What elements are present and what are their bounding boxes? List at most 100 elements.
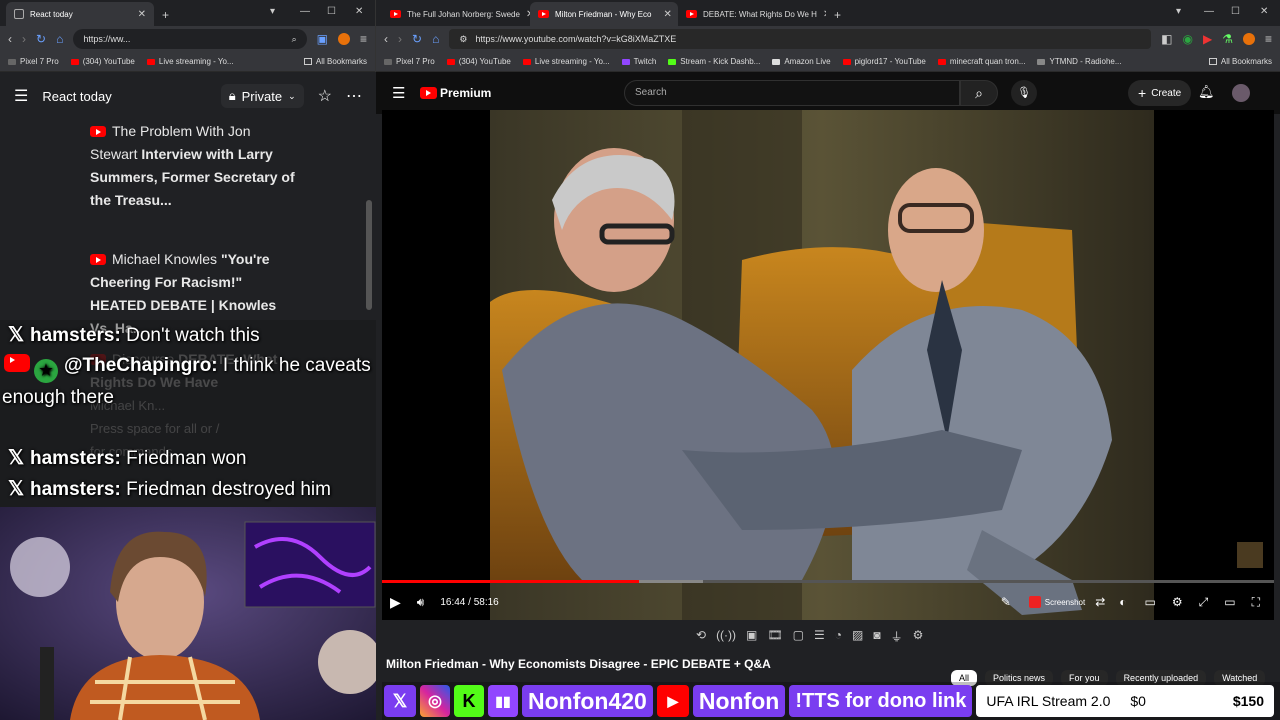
volume-icon[interactable]: 🔊︎ <box>417 595 425 610</box>
youtube-logo-icon <box>420 87 437 99</box>
miniplayer-icon[interactable]: ⤢ <box>1199 595 1209 610</box>
close-tab-icon[interactable]: ✕ <box>138 9 146 20</box>
youtube-premium-logo[interactable]: Premium <box>420 86 491 100</box>
donation-goal: UFA IRL Stream 2.0 $0 $150 <box>976 685 1274 717</box>
home-icon[interactable]: ⌂ <box>432 32 439 46</box>
extension-icon[interactable]: ⚗ <box>1222 32 1233 46</box>
screenshot-button[interactable]: Screenshot <box>1028 596 1085 608</box>
new-tab-icon[interactable]: + <box>162 8 169 22</box>
bookmark-item[interactable]: Stream - Kick Dashb... <box>668 57 760 66</box>
tab-search-icon[interactable]: ▾ <box>1176 6 1181 17</box>
more-vert-icon[interactable]: ⋯ <box>346 86 362 106</box>
left-address-bar[interactable]: https://ww... ⌕ <box>73 29 307 49</box>
camera-icon[interactable]: ◙ <box>873 628 880 645</box>
channel-watermark[interactable] <box>1237 542 1263 568</box>
chevron-down-icon: ⌄ <box>288 90 296 101</box>
speed-icon[interactable]: ◔ <box>835 628 842 645</box>
film-icon[interactable]: 🎞︎ <box>767 628 782 645</box>
extension-icon[interactable]: ▶ <box>1203 32 1212 46</box>
subtitles-icon[interactable]: ▭ <box>1145 595 1156 609</box>
bookmark-item[interactable]: (304) YouTube <box>70 57 135 66</box>
back-icon[interactable]: ‹ <box>384 32 388 46</box>
star-icon[interactable]: ☆ <box>318 86 332 106</box>
left-bookmarks-bar: Pixel 7 Pro (304) YouTube Live streaming… <box>0 52 375 72</box>
minimize-icon[interactable]: — <box>300 6 310 17</box>
tab-friedman[interactable]: Milton Friedman - Why Eco ✕ <box>530 2 678 26</box>
frame-icon[interactable]: ▢ <box>793 628 804 645</box>
bookmark-item[interactable]: Pixel 7 Pro <box>8 57 59 66</box>
extension-icon[interactable]: ◧ <box>1161 32 1172 46</box>
theater-mode-icon[interactable]: ▭ <box>1224 595 1235 609</box>
left-tab-react-today[interactable]: React today ✕ <box>6 2 154 26</box>
settings-gear-icon[interactable]: ⚙︎ <box>1172 595 1183 609</box>
pen-icon[interactable]: ✎ <box>1001 595 1011 609</box>
search-input[interactable]: Search <box>624 80 960 106</box>
right-browser-window: The Full Johan Norberg: Swede✕ Milton Fr… <box>376 0 1280 720</box>
tab-title: React today <box>30 9 73 19</box>
loop-icon[interactable]: ⇄ <box>1095 595 1105 609</box>
create-button[interactable]: + Create <box>1128 80 1192 106</box>
maximize-icon[interactable]: ☐ <box>1231 6 1240 17</box>
notifications-bell-icon[interactable]: 🔔︎ <box>1198 84 1215 100</box>
forward-icon[interactable]: › <box>398 32 402 46</box>
profile-avatar[interactable] <box>1242 33 1255 45</box>
audio-wave-icon[interactable]: ((·)) <box>716 628 736 645</box>
autoplay-toggle-icon[interactable]: ◐ <box>1119 595 1126 609</box>
account-avatar[interactable] <box>1232 84 1250 102</box>
voice-search-button[interactable]: 🎙︎ <box>1011 80 1037 106</box>
site-info-icon[interactable]: ⚙︎ <box>459 34 467 45</box>
verified-icon: ★ <box>34 359 58 383</box>
bookmark-item[interactable]: Live streaming - Yo... <box>146 57 234 66</box>
fullscreen-icon[interactable]: ⛶ <box>1252 595 1260 610</box>
youtube-favicon-icon <box>686 10 697 18</box>
play-icon[interactable]: ▶ <box>390 594 401 611</box>
reload-icon[interactable]: ↻ <box>412 32 422 46</box>
tab-debate[interactable]: DEBATE: What Rights Do We H✕ <box>678 2 826 26</box>
bookmark-item[interactable]: Twitch <box>621 57 656 66</box>
home-icon[interactable]: ⌂ <box>56 32 63 46</box>
bookmark-item[interactable]: Live streaming - Yo... <box>522 57 610 66</box>
minimize-icon[interactable]: — <box>1204 6 1214 17</box>
all-bookmarks[interactable]: All Bookmarks <box>303 57 367 66</box>
privacy-dropdown[interactable]: 🔒︎ Private ⌄ <box>220 84 304 108</box>
bookmark-item[interactable]: minecraft quan tron... <box>937 57 1025 66</box>
bookmark-item[interactable]: piglord17 - YouTube <box>842 57 926 66</box>
guide-menu-icon[interactable]: ☰ <box>392 84 405 102</box>
repeat-icon[interactable]: ⟲ <box>696 628 706 645</box>
pip-icon[interactable]: ▣ <box>746 628 757 645</box>
tab-norberg[interactable]: The Full Johan Norberg: Swede✕ <box>382 2 530 26</box>
more-icon[interactable]: ≡ <box>360 32 367 46</box>
gear-icon[interactable]: ⚙︎ <box>913 628 924 645</box>
close-window-icon[interactable]: ✕ <box>355 6 363 17</box>
more-icon[interactable]: ≡ <box>1265 32 1272 46</box>
bookmark-item[interactable]: Pixel 7 Pro <box>384 57 435 66</box>
menu-icon[interactable]: ☰ <box>14 86 28 106</box>
search-button[interactable]: ⌕ <box>960 80 998 106</box>
filter-icon[interactable]: ⏚ <box>891 628 903 645</box>
bookmark-item[interactable]: Amazon Live <box>772 57 831 66</box>
close-window-icon[interactable]: ✕ <box>1260 6 1268 17</box>
new-tab-icon[interactable]: + <box>834 8 841 22</box>
all-bookmarks[interactable]: All Bookmarks <box>1208 57 1272 66</box>
scrollbar[interactable] <box>366 200 372 310</box>
tab-search-icon[interactable]: ▾ <box>270 6 275 17</box>
video-player[interactable] <box>382 110 1274 620</box>
extension-toolbar: ⟲ ((·)) ▣ 🎞︎ ▢ ☰ ◔ ▨ ◙ ⏚ ⚙︎ <box>696 628 923 645</box>
profile-avatar[interactable] <box>337 33 350 45</box>
close-tab-icon[interactable]: ✕ <box>823 9 826 20</box>
bookmark-item[interactable]: (304) YouTube <box>446 57 511 66</box>
reload-icon[interactable]: ↻ <box>36 32 46 46</box>
forward-icon[interactable]: › <box>22 32 26 46</box>
close-tab-icon[interactable]: ✕ <box>663 9 671 20</box>
bookmark-item[interactable]: YTMND - Radiohe... <box>1037 57 1122 66</box>
picture-icon[interactable]: ▨ <box>852 628 863 645</box>
progress-track[interactable] <box>382 580 1274 583</box>
list-icon[interactable]: ☰ <box>814 628 825 645</box>
search-icon[interactable]: ⌕ <box>292 34 297 45</box>
sidepanel-icon[interactable]: ▣ <box>317 32 328 46</box>
right-address-bar[interactable]: ⚙︎ https://www.youtube.com/watch?v=kG8iX… <box>449 29 1152 49</box>
maximize-icon[interactable]: ☐ <box>327 6 336 17</box>
list-item[interactable]: The Problem With Jon Stewart Interview w… <box>0 120 300 212</box>
back-icon[interactable]: ‹ <box>8 32 12 46</box>
extension-icon[interactable]: ◉ <box>1183 32 1193 46</box>
